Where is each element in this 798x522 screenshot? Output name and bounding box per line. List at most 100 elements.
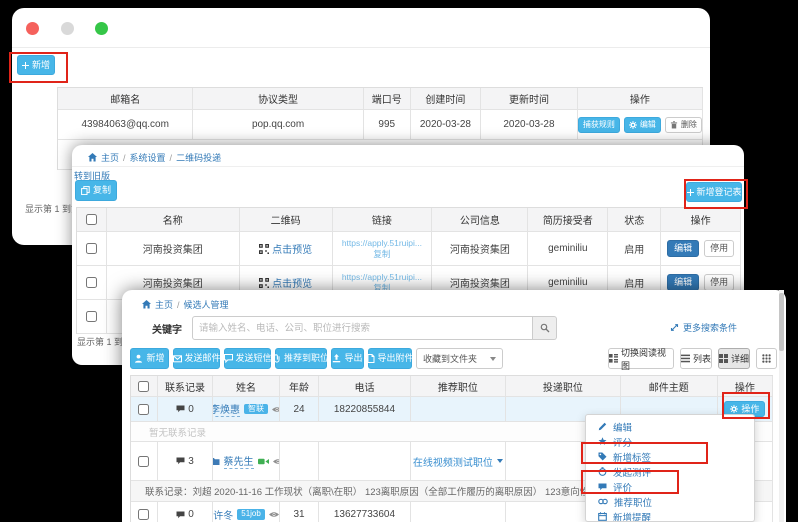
click-preview-link[interactable]: 点击预览 — [272, 241, 312, 256]
col-updated: 更新时间 — [481, 88, 578, 110]
annotation-box-row-actions — [722, 392, 770, 419]
status-cell: 启用 — [608, 232, 661, 266]
breadcrumb-home[interactable]: 主页 — [155, 298, 173, 311]
col-port: 端口号 — [364, 88, 411, 110]
breadcrumb: 主页 / 系统设置 / 二维码投递 — [88, 151, 221, 164]
pencil-icon — [598, 422, 607, 431]
divider — [72, 166, 744, 167]
chat-count-icon — [176, 511, 185, 519]
calendar-icon — [598, 512, 607, 521]
job-link[interactable]: 在线视频测试职位 — [413, 454, 493, 469]
annotation-box-add-tag — [581, 442, 708, 464]
person-icon — [134, 354, 143, 363]
copy-button[interactable]: 复制 — [75, 180, 117, 201]
expand-icon — [670, 323, 679, 332]
eye-icon[interactable] — [269, 511, 279, 518]
minimize-window-icon[interactable] — [61, 22, 74, 35]
paperclip-icon — [273, 354, 281, 363]
gear-icon — [629, 121, 637, 129]
list-view-icon — [681, 354, 690, 363]
col-phone: 电话 — [319, 376, 411, 397]
candidate-name-link[interactable]: 蔡先生 — [224, 453, 254, 469]
row-checkbox[interactable] — [86, 243, 97, 254]
breadcrumb-qrcode[interactable]: 二维码投递 — [176, 151, 221, 164]
capture-rules-button[interactable]: 捕获规则 — [578, 117, 620, 133]
maximize-window-icon[interactable] — [95, 22, 108, 35]
scrollbar-thumb[interactable] — [779, 293, 784, 351]
edit-mailbox-button[interactable]: 编辑 — [624, 117, 661, 133]
row-checkbox[interactable] — [138, 404, 149, 415]
search-button[interactable] — [533, 316, 557, 340]
recommend-to-job-button[interactable]: 推荐到职位 — [275, 348, 327, 369]
read-view-icon — [609, 354, 618, 363]
favorite-folder-select[interactable]: 收藏到文件夹 — [416, 348, 503, 369]
disable-button[interactable]: 停用 — [704, 274, 734, 291]
name-cell: 李焕惠 智联 — [213, 397, 280, 422]
menu-item-add-reminder[interactable]: 新增提醒 — [586, 509, 754, 522]
list-view-button[interactable]: 列表 — [680, 348, 712, 369]
col-receiver: 简历接受者 — [528, 208, 608, 232]
export-icon — [332, 354, 341, 363]
delete-mailbox-button[interactable]: 删除 — [665, 117, 702, 133]
add-candidate-button[interactable]: 新增 — [130, 348, 169, 369]
name-cell: 许冬 51job — [213, 502, 280, 522]
row-checkbox[interactable] — [86, 311, 97, 322]
grid-view-button[interactable] — [756, 348, 777, 369]
edit-button[interactable]: 编辑 — [667, 240, 699, 257]
copy-link[interactable]: 复制 — [373, 248, 390, 260]
eye-icon[interactable] — [273, 458, 280, 465]
qrcode-table-header: 名称 二维码 链接 公司信息 简历接受者 状态 操作 — [77, 208, 741, 232]
click-preview-link[interactable]: 点击预览 — [272, 275, 312, 290]
more-search-conditions-link[interactable]: 更多搜索条件 — [670, 321, 737, 334]
copy-icon — [81, 186, 90, 195]
qr-preview-cell: 点击预览 — [240, 232, 333, 266]
keyword-label: 关键字 — [152, 321, 182, 336]
ops-cell: 编辑 停用 — [661, 232, 741, 266]
candidate-name-link[interactable]: 许冬 — [213, 507, 233, 522]
close-window-icon[interactable] — [26, 22, 39, 35]
chevron-down-icon — [490, 357, 496, 361]
row-checkbox[interactable] — [138, 509, 149, 520]
select-all-checkbox[interactable] — [138, 381, 149, 392]
send-sms-button[interactable]: 发送短信 — [224, 348, 271, 369]
detail-view-icon — [719, 354, 728, 363]
contact-count-cell: 0 — [158, 502, 213, 522]
grid-view-icon — [762, 354, 771, 363]
window-candidate-management: 主页 / 候选人管理 关键字 更多搜索条件 新增 发送邮件 发送短信 推荐到职位 — [122, 290, 786, 522]
breadcrumb-home[interactable]: 主页 — [101, 151, 119, 164]
window-titlebar — [12, 8, 710, 48]
receiver-cell: geminiliu — [528, 232, 608, 266]
eye-icon[interactable] — [272, 406, 280, 413]
source-badge: 51job — [237, 509, 265, 520]
row-checkbox[interactable] — [138, 456, 149, 467]
edit-button[interactable]: 编辑 — [667, 274, 699, 291]
disable-button[interactable]: 停用 — [704, 240, 734, 257]
apply-url-link[interactable]: https://apply.51ruipi... — [342, 272, 422, 282]
menu-item-recommend-job[interactable]: 推荐职位 — [586, 494, 754, 509]
export-button[interactable]: 导出 — [331, 348, 364, 369]
search-input[interactable] — [192, 316, 533, 340]
updated-cell: 2020-03-28 — [481, 110, 578, 140]
select-all-checkbox[interactable] — [86, 214, 97, 225]
candidate-name-link[interactable]: 李焕惠 — [213, 401, 240, 417]
detail-view-button[interactable]: 详细 — [718, 348, 750, 369]
created-cell: 2020-03-28 — [411, 110, 481, 140]
home-icon — [88, 153, 97, 162]
col-applied-job: 投递职位 — [506, 376, 621, 397]
breadcrumb-system-settings[interactable]: 系统设置 — [130, 151, 166, 164]
toggle-read-view-button[interactable]: 切换阅读视图 — [608, 348, 674, 369]
link-cell: https://apply.51ruipi... 复制 — [333, 232, 433, 266]
menu-item-edit[interactable]: 编辑 — [586, 419, 754, 434]
export-attachments-button[interactable]: 导出附件 — [368, 348, 412, 369]
send-email-button[interactable]: 发送邮件 — [173, 348, 220, 369]
row-checkbox[interactable] — [86, 277, 97, 288]
contact-count-cell: 0 — [158, 397, 213, 422]
phone-cell — [319, 442, 411, 481]
recommended-job-cell: 在线视频测试职位 — [411, 442, 506, 481]
phone-cell: 13627733604 — [319, 502, 411, 522]
row-actions-menu: 编辑 评分 新增标签 发起测评 评价 推荐职位 — [585, 414, 755, 522]
screenshot-canvas: 新增 邮箱名 协议类型 端口号 创建时间 更新时间 操作 43984063@qq… — [0, 0, 798, 522]
apply-url-link[interactable]: https://apply.51ruipi... — [342, 238, 422, 248]
breadcrumb-candidates[interactable]: 候选人管理 — [184, 298, 229, 311]
scrollbar[interactable] — [779, 290, 784, 522]
